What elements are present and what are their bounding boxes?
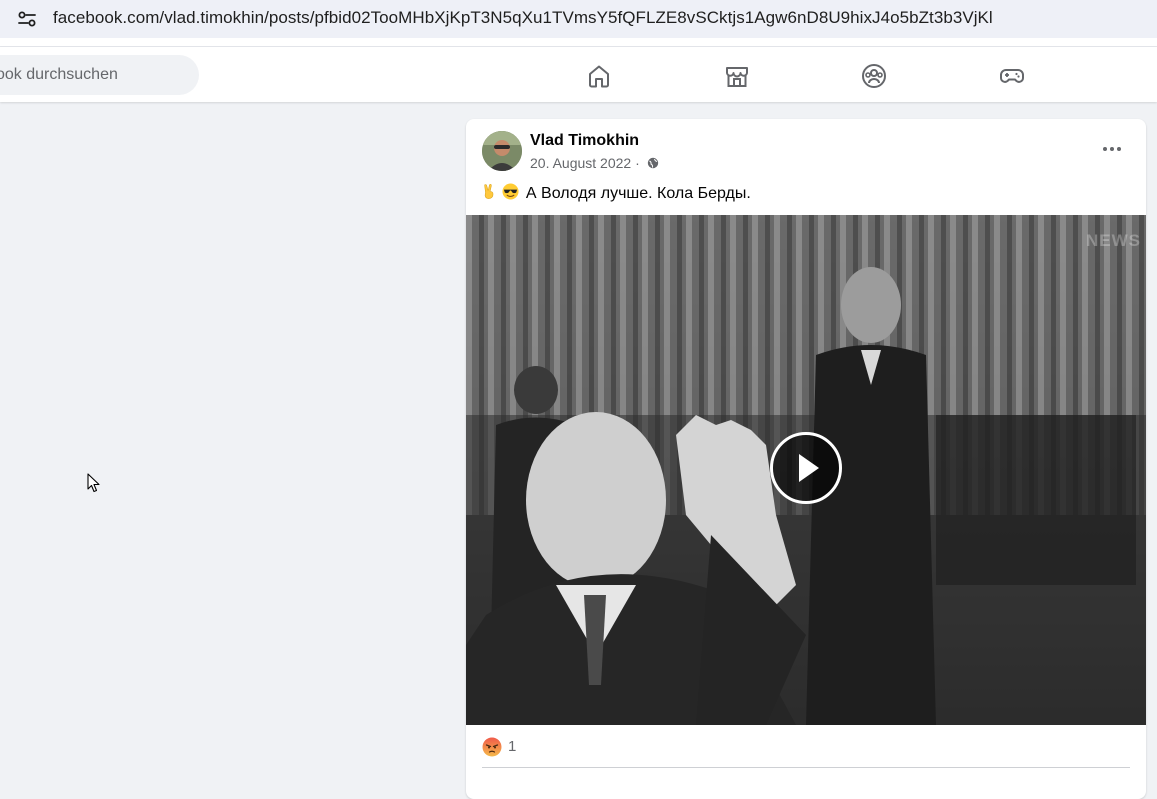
post-options-button[interactable] — [1092, 133, 1132, 165]
author-name[interactable]: Vlad Timokhin — [530, 132, 639, 150]
play-icon — [799, 454, 819, 482]
gaming-icon[interactable] — [999, 63, 1025, 89]
mouse-cursor-icon — [87, 473, 101, 493]
more-options-icon — [1103, 147, 1121, 151]
groups-icon[interactable] — [861, 63, 887, 89]
search-input[interactable] — [0, 55, 199, 95]
play-button[interactable] — [770, 432, 842, 504]
globe-icon — [647, 156, 659, 169]
reaction-count: 1 — [508, 738, 517, 755]
post-text-content: А Володя лучше. Кола Берды. — [525, 185, 751, 202]
post-date[interactable]: 20. August 2022 · — [530, 155, 640, 171]
home-icon[interactable] — [586, 63, 612, 89]
search-box[interactable] — [0, 55, 199, 95]
marketplace-icon[interactable] — [724, 63, 750, 89]
angry-reaction-icon — [482, 737, 502, 757]
site-settings-icon[interactable] — [16, 8, 38, 30]
author-avatar[interactable] — [482, 131, 522, 171]
divider — [482, 767, 1130, 768]
post-video[interactable]: NEWS — [466, 215, 1146, 725]
post-text: А Володя лучше. Кола Берды. — [482, 183, 751, 205]
post-card: Vlad Timokhin 20. August 2022 · А Володя… — [466, 119, 1146, 799]
post-meta: 20. August 2022 · — [530, 155, 659, 171]
video-watermark: NEWS — [1086, 231, 1141, 250]
victory-hand-emoji — [482, 183, 496, 205]
browser-toolbar: facebook.com/vlad.timokhin/posts/pfbid02… — [0, 0, 1157, 47]
url-text[interactable]: facebook.com/vlad.timokhin/posts/pfbid02… — [53, 8, 993, 28]
address-bar[interactable]: facebook.com/vlad.timokhin/posts/pfbid02… — [0, 0, 1157, 38]
facebook-top-nav — [0, 47, 1157, 102]
sunglasses-face-emoji — [502, 183, 519, 205]
